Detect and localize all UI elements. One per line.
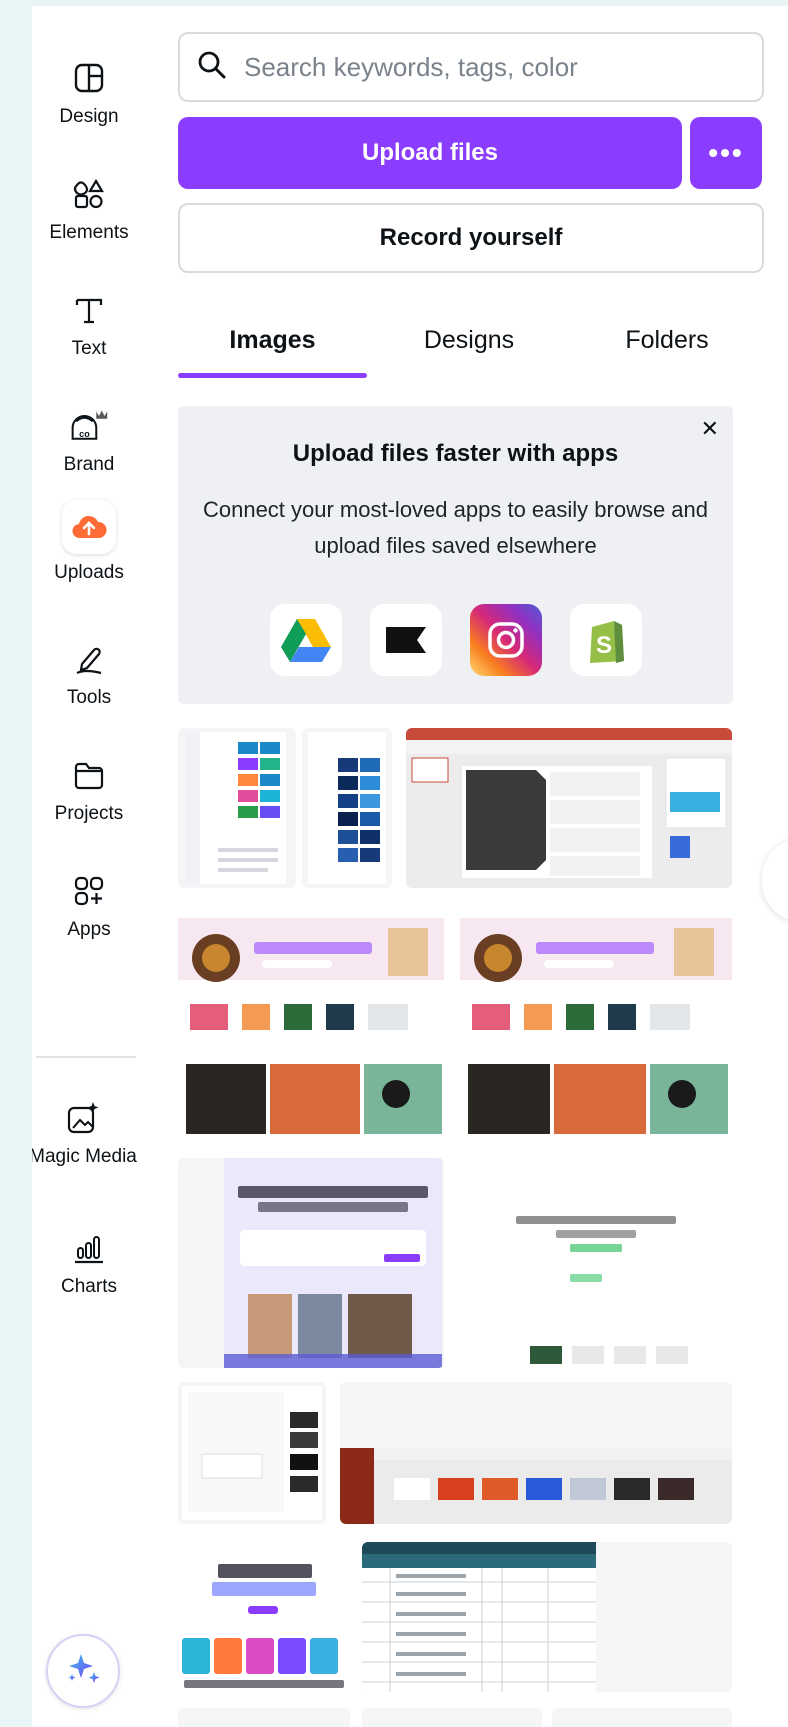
rail-item-projects[interactable]: Projects	[32, 733, 146, 843]
google-drive-icon[interactable]	[270, 604, 342, 676]
upload-thumbnail[interactable]	[340, 1382, 732, 1524]
upload-thumbnail[interactable]	[302, 728, 392, 888]
upload-thumbnail[interactable]	[460, 1158, 732, 1368]
search-icon	[196, 49, 228, 86]
text-icon	[69, 290, 109, 330]
rail-item-text[interactable]: Text	[32, 268, 146, 378]
charts-icon	[69, 1228, 109, 1268]
search-box[interactable]	[178, 32, 764, 102]
close-icon[interactable]: ✕	[701, 416, 719, 442]
canva-uploads-sidebar: Design Elements Text co Brand Uploads To…	[32, 6, 788, 1727]
active-tab-indicator	[178, 373, 367, 378]
rail-label-charts: Charts	[61, 1276, 117, 1297]
sparkle-icon	[64, 1650, 102, 1693]
shopify-icon[interactable]: S	[570, 604, 642, 676]
rail-item-brand[interactable]: co Brand	[32, 384, 146, 494]
promo-description: Connect your most-loved apps to easily b…	[202, 497, 709, 558]
upload-thumbnail[interactable]	[460, 908, 732, 1140]
left-rail: Design Elements Text co Brand Uploads To…	[32, 6, 146, 1727]
rail-label-uploads: Uploads	[54, 562, 124, 583]
upload-thumbnail[interactable]	[406, 728, 732, 888]
svg-text:co: co	[79, 429, 90, 439]
rail-label-elements: Elements	[49, 222, 129, 243]
tab-designs[interactable]: Designs	[374, 316, 564, 380]
instagram-icon[interactable]	[470, 604, 542, 676]
design-icon	[69, 58, 109, 98]
rail-label-text: Text	[71, 338, 107, 359]
tab-folders[interactable]: Folders	[570, 316, 764, 380]
brand-icon: co	[69, 406, 109, 446]
uploads-panel: Upload files ••• Record yourself Images …	[178, 6, 788, 1727]
rail-label-apps: Apps	[67, 919, 111, 940]
apps-icon	[69, 871, 109, 911]
rail-item-tools[interactable]: Tools	[32, 617, 146, 727]
rail-item-uploads[interactable]: Uploads	[32, 490, 146, 600]
tab-bar: Images Designs Folders	[178, 316, 764, 380]
rail-label-projects: Projects	[54, 803, 124, 824]
rail-item-design[interactable]: Design	[32, 36, 146, 146]
promo-title: Upload files faster with apps	[292, 440, 619, 467]
rail-item-charts[interactable]: Charts	[32, 1206, 146, 1316]
upload-thumbnail[interactable]	[178, 728, 296, 888]
folder-icon	[69, 755, 109, 795]
upload-cloud-icon	[62, 500, 116, 554]
more-options-button[interactable]: •••	[690, 117, 762, 189]
rail-label-magic-media: Magic Media	[32, 1146, 137, 1167]
upload-thumbnail[interactable]	[178, 1708, 350, 1727]
elements-icon	[69, 174, 109, 214]
magic-media-icon	[63, 1098, 103, 1138]
rail-item-elements[interactable]: Elements	[32, 152, 146, 262]
svg-text:S: S	[596, 632, 612, 659]
upload-thumbnail[interactable]	[178, 908, 444, 1140]
rail-label-tools: Tools	[66, 687, 112, 708]
upload-thumbnail[interactable]	[178, 1158, 444, 1368]
upload-thumbnail[interactable]	[552, 1708, 732, 1727]
rail-item-magic-media[interactable]: Magic Media	[32, 1076, 140, 1186]
apps-promo-card: ✕ Upload files faster with apps Connect …	[178, 406, 733, 704]
upload-thumbnail[interactable]	[178, 1542, 350, 1692]
record-yourself-button[interactable]: Record yourself	[178, 203, 764, 273]
upload-thumbnail[interactable]	[178, 1382, 326, 1524]
rail-label-design: Design	[59, 106, 119, 127]
tab-images[interactable]: Images	[178, 316, 367, 380]
rail-item-apps[interactable]: Apps	[32, 849, 146, 959]
rail-divider	[36, 1056, 136, 1058]
klaviyo-flag-icon[interactable]	[370, 604, 442, 676]
rail-label-brand: Brand	[63, 454, 115, 475]
search-input[interactable]	[244, 51, 724, 83]
magic-assistant-button[interactable]	[46, 1634, 120, 1708]
upload-thumbnail[interactable]	[362, 1708, 542, 1727]
upload-thumbnail[interactable]	[362, 1542, 732, 1692]
upload-files-button[interactable]: Upload files	[178, 117, 682, 189]
pen-tool-icon	[69, 639, 109, 679]
